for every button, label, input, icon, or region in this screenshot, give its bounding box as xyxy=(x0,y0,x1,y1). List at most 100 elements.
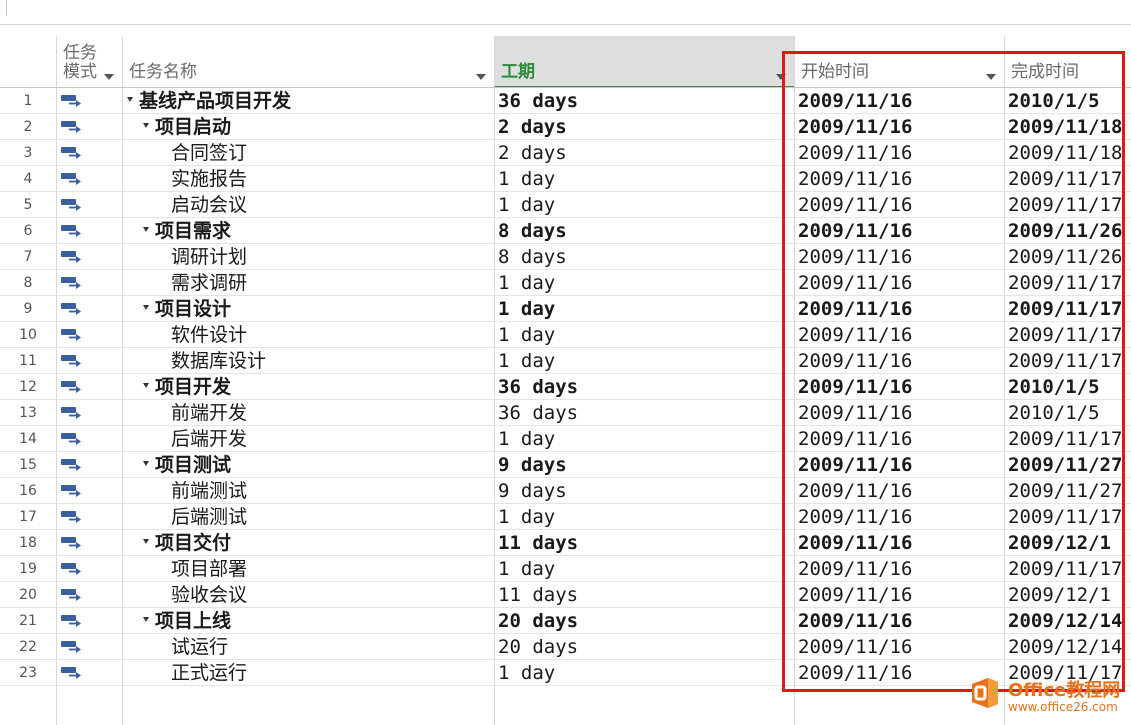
collapse-triangle-icon[interactable] xyxy=(143,227,149,232)
task-mode-cell[interactable] xyxy=(57,166,122,192)
finish-cell[interactable]: 2009/11/17 xyxy=(1008,322,1131,348)
task-mode-cell[interactable] xyxy=(57,400,122,426)
table-row[interactable]: 5 启动会议 1 day 2009/11/16 2009/11/17 xyxy=(0,192,1131,218)
finish-cell[interactable]: 2009/11/17 xyxy=(1008,556,1131,582)
finish-cell[interactable]: 2009/11/17 xyxy=(1008,166,1131,192)
task-mode-cell[interactable] xyxy=(57,244,122,270)
start-cell[interactable]: 2009/11/16 xyxy=(798,478,1002,504)
header-duration[interactable]: 工期 xyxy=(495,36,794,88)
start-cell[interactable]: 2009/11/16 xyxy=(798,348,1002,374)
table-row[interactable]: 15 项目测试 9 days 2009/11/16 2009/11/27 xyxy=(0,452,1131,478)
task-name-cell[interactable]: 项目启动 xyxy=(123,114,494,140)
start-cell[interactable]: 2009/11/16 xyxy=(798,192,1002,218)
start-cell[interactable]: 2009/11/16 xyxy=(798,114,1002,140)
collapse-triangle-icon[interactable] xyxy=(127,97,133,102)
duration-cell[interactable]: 36 days xyxy=(498,374,792,400)
duration-cell[interactable]: 1 day xyxy=(498,270,792,296)
table-row[interactable]: 23 正式运行 1 day 2009/11/16 2009/11/17 xyxy=(0,660,1131,686)
task-mode-cell[interactable] xyxy=(57,296,122,322)
duration-cell[interactable]: 2 days xyxy=(498,140,792,166)
table-row[interactable]: 7 调研计划 8 days 2009/11/16 2009/11/26 xyxy=(0,244,1131,270)
task-mode-cell[interactable] xyxy=(57,88,122,114)
task-name-cell[interactable]: 基线产品项目开发 xyxy=(123,88,494,114)
duration-cell[interactable]: 1 day xyxy=(498,504,792,530)
task-mode-cell[interactable] xyxy=(57,660,122,686)
collapse-triangle-icon[interactable] xyxy=(143,305,149,310)
duration-cell[interactable]: 1 day xyxy=(498,296,792,322)
finish-cell[interactable]: 2009/12/14 xyxy=(1008,634,1131,660)
finish-cell[interactable]: 2009/11/27 xyxy=(1008,478,1131,504)
task-mode-cell[interactable] xyxy=(57,348,122,374)
start-cell[interactable]: 2009/11/16 xyxy=(798,556,1002,582)
task-name-cell[interactable]: 前端开发 xyxy=(123,400,494,426)
finish-cell[interactable]: 2009/11/17 xyxy=(1008,192,1131,218)
finish-cell[interactable]: 2009/11/17 xyxy=(1008,348,1131,374)
table-row[interactable]: 10 软件设计 1 day 2009/11/16 2009/11/17 xyxy=(0,322,1131,348)
task-mode-cell[interactable] xyxy=(57,192,122,218)
task-name-cell[interactable]: 需求调研 xyxy=(123,270,494,296)
start-cell[interactable]: 2009/11/16 xyxy=(798,452,1002,478)
start-cell[interactable]: 2009/11/16 xyxy=(798,166,1002,192)
start-cell[interactable]: 2009/11/16 xyxy=(798,296,1002,322)
duration-cell[interactable]: 8 days xyxy=(498,244,792,270)
table-row[interactable]: 14 后端开发 1 day 2009/11/16 2009/11/17 xyxy=(0,426,1131,452)
task-name-cell[interactable]: 验收会议 xyxy=(123,582,494,608)
collapse-triangle-icon[interactable] xyxy=(143,461,149,466)
collapse-triangle-icon[interactable] xyxy=(143,123,149,128)
start-cell[interactable]: 2009/11/16 xyxy=(798,530,1002,556)
task-name-cell[interactable]: 项目设计 xyxy=(123,296,494,322)
task-name-cell[interactable]: 启动会议 xyxy=(123,192,494,218)
finish-cell[interactable]: 2010/1/5 xyxy=(1008,88,1131,114)
table-row[interactable]: 21 项目上线 20 days 2009/11/16 2009/12/14 xyxy=(0,608,1131,634)
duration-cell[interactable]: 2 days xyxy=(498,114,792,140)
table-row[interactable]: 18 项目交付 11 days 2009/11/16 2009/12/1 xyxy=(0,530,1131,556)
header-task-name[interactable]: 任务名称 xyxy=(123,36,494,88)
table-row[interactable]: 4 实施报告 1 day 2009/11/16 2009/11/17 xyxy=(0,166,1131,192)
finish-cell[interactable]: 2010/1/5 xyxy=(1008,374,1131,400)
collapse-triangle-icon[interactable] xyxy=(143,617,149,622)
task-name-cell[interactable]: 项目交付 xyxy=(123,530,494,556)
start-cell[interactable]: 2009/11/16 xyxy=(798,140,1002,166)
task-mode-cell[interactable] xyxy=(57,374,122,400)
table-row[interactable]: 19 项目部署 1 day 2009/11/16 2009/11/17 xyxy=(0,556,1131,582)
start-cell[interactable]: 2009/11/16 xyxy=(798,426,1002,452)
duration-cell[interactable]: 36 days xyxy=(498,400,792,426)
task-mode-cell[interactable] xyxy=(57,426,122,452)
task-mode-cell[interactable] xyxy=(57,530,122,556)
task-name-cell[interactable]: 合同签订 xyxy=(123,140,494,166)
finish-cell[interactable]: 2010/1/5 xyxy=(1008,400,1131,426)
duration-cell[interactable]: 36 days xyxy=(498,88,792,114)
duration-cell[interactable]: 11 days xyxy=(498,582,792,608)
start-cell[interactable]: 2009/11/16 xyxy=(798,374,1002,400)
task-name-cell[interactable]: 项目测试 xyxy=(123,452,494,478)
finish-cell[interactable]: 2009/11/18 xyxy=(1008,140,1131,166)
task-mode-cell[interactable] xyxy=(57,504,122,530)
task-mode-cell[interactable] xyxy=(57,322,122,348)
start-cell[interactable]: 2009/11/16 xyxy=(798,634,1002,660)
start-cell[interactable]: 2009/11/16 xyxy=(798,322,1002,348)
header-finish[interactable]: 完成时间 xyxy=(1005,36,1131,88)
table-row[interactable]: 8 需求调研 1 day 2009/11/16 2009/11/17 xyxy=(0,270,1131,296)
duration-cell[interactable]: 9 days xyxy=(498,478,792,504)
start-cell[interactable]: 2009/11/16 xyxy=(798,400,1002,426)
chevron-down-icon[interactable] xyxy=(986,74,996,80)
table-row[interactable]: 11 数据库设计 1 day 2009/11/16 2009/11/17 xyxy=(0,348,1131,374)
task-mode-cell[interactable] xyxy=(57,218,122,244)
task-mode-cell[interactable] xyxy=(57,556,122,582)
start-cell[interactable]: 2009/11/16 xyxy=(798,218,1002,244)
table-row[interactable]: 3 合同签订 2 days 2009/11/16 2009/11/18 xyxy=(0,140,1131,166)
header-start[interactable]: 开始时间 xyxy=(795,36,1004,88)
finish-cell[interactable]: 2009/11/27 xyxy=(1008,452,1131,478)
finish-cell[interactable]: 2009/11/17 xyxy=(1008,426,1131,452)
duration-cell[interactable]: 1 day xyxy=(498,322,792,348)
duration-cell[interactable]: 11 days xyxy=(498,530,792,556)
task-mode-cell[interactable] xyxy=(57,114,122,140)
table-row[interactable]: 12 项目开发 36 days 2009/11/16 2010/1/5 xyxy=(0,374,1131,400)
finish-cell[interactable]: 2009/11/17 xyxy=(1008,270,1131,296)
task-mode-cell[interactable] xyxy=(57,608,122,634)
task-name-cell[interactable]: 试运行 xyxy=(123,634,494,660)
task-name-cell[interactable]: 后端开发 xyxy=(123,426,494,452)
table-row[interactable]: 1 基线产品项目开发 36 days 2009/11/16 2010/1/5 xyxy=(0,88,1131,114)
finish-cell[interactable]: 2009/11/26 xyxy=(1008,244,1131,270)
table-row[interactable]: 20 验收会议 11 days 2009/11/16 2009/12/1 xyxy=(0,582,1131,608)
